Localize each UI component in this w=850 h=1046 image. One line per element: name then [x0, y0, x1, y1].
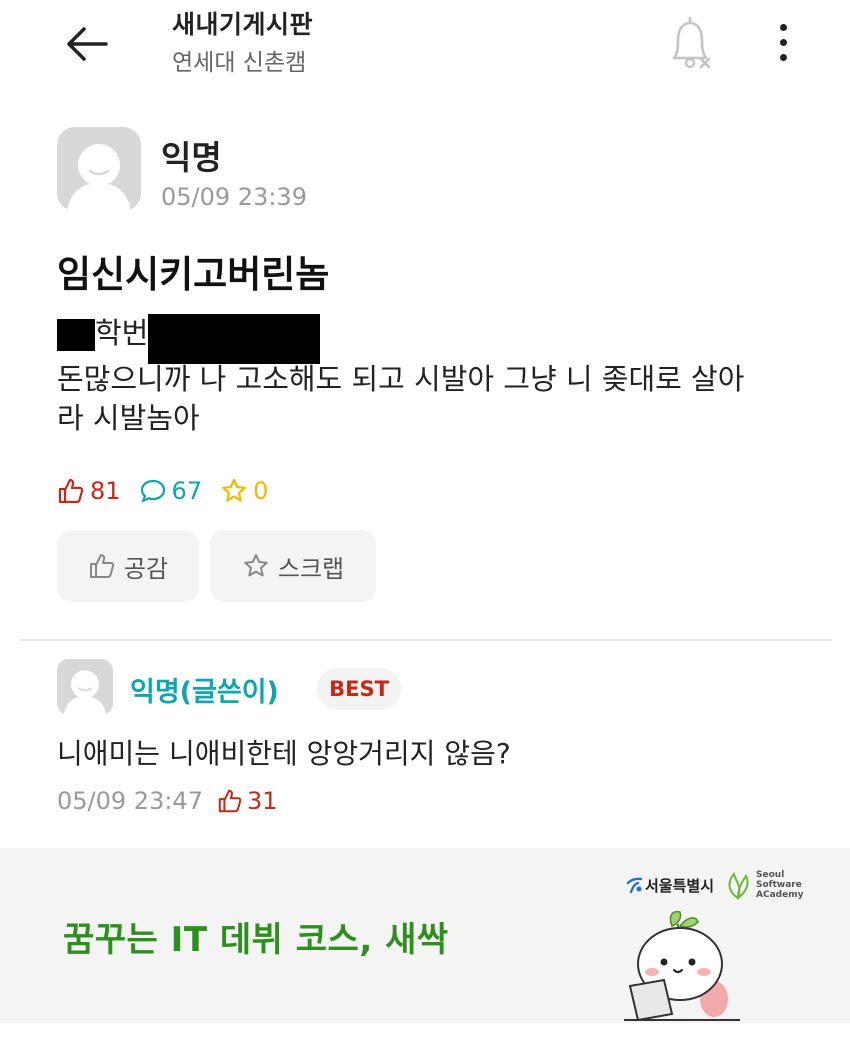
thumbs-up-icon	[58, 478, 84, 504]
back-button[interactable]	[58, 22, 114, 66]
star-icon	[222, 478, 246, 502]
post-body-line-3: 라 시발놈아	[57, 401, 200, 435]
default-profile-icon	[57, 659, 113, 715]
board-title: 새내기게시판	[172, 10, 314, 39]
header-titles: 새내기게시판 연세대 신촌캠	[172, 8, 313, 80]
star-icon	[244, 554, 268, 577]
best-badge: BEST	[317, 668, 401, 710]
comment-count: 67	[139, 477, 202, 505]
more-options-button[interactable]	[768, 18, 798, 66]
notification-toggle-button[interactable]	[664, 14, 716, 70]
ad-banner[interactable]: 꿈꾸는 IT 데뷔 코스, 새싹 서울특별시 Seoul Software AC…	[0, 848, 850, 1023]
comment-author-name: 익명(글쓴이)	[130, 677, 279, 708]
default-profile-icon	[57, 127, 141, 211]
like-count: 81	[57, 477, 121, 505]
redaction-block	[57, 319, 95, 351]
like-button-label: 공감	[123, 554, 169, 583]
body-word-hakbeon: 학번	[95, 316, 149, 350]
comment-author-avatar	[57, 659, 113, 715]
sprout-mascot-illustration	[624, 910, 740, 1022]
redaction-block	[148, 314, 321, 364]
scrap-count: 0	[220, 477, 268, 505]
comment-meta: 05/09 23:47 31	[57, 787, 278, 815]
seoul-city-logo: 서울특별시	[625, 875, 714, 896]
post-stats: 81 67 0	[57, 477, 286, 505]
more-vertical-icon	[779, 23, 787, 31]
leaf-icon	[728, 871, 749, 900]
comment-like-count: 31	[217, 787, 278, 815]
comment-timestamp: 05/09 23:47	[57, 787, 203, 815]
thumbs-up-icon	[89, 554, 115, 578]
arrow-left-icon	[67, 27, 108, 61]
post-timestamp: 05/09 23:39	[161, 183, 307, 211]
post-title: 임신시키고버린놈	[57, 253, 330, 296]
seoul-symbol-icon	[626, 877, 643, 894]
scrap-button-label: 스크랩	[277, 554, 345, 583]
author-avatar	[57, 127, 141, 211]
seoul-software-academy-logo: Seoul Software ACademy	[724, 870, 803, 900]
ad-logos: 서울특별시 Seoul Software ACademy	[625, 870, 803, 900]
thumbs-up-icon	[218, 789, 242, 813]
post-body: 학번 돈많으니까 나 고소해도 되고 시발아 그냥 니 좆대로 살아 라 시발놈…	[57, 310, 827, 438]
speech-bubble-icon	[140, 479, 165, 503]
comment-text: 니애미는 니애비한테 앙앙거리지 않음?	[57, 737, 511, 770]
ad-headline: 꿈꾸는 IT 데뷔 코스, 새싹	[63, 920, 449, 960]
bell-off-icon	[672, 16, 711, 69]
app-header: 새내기게시판 연세대 신촌캠	[0, 0, 850, 110]
school-name: 연세대 신촌캠	[172, 50, 307, 76]
like-button[interactable]: 공감	[57, 530, 199, 602]
post-author-name: 익명	[161, 138, 222, 177]
post-body-line-1: 학번	[57, 310, 827, 364]
scrap-button[interactable]: 스크랩	[210, 530, 376, 602]
section-divider	[20, 639, 832, 641]
post-body-line-2: 돈많으니까 나 고소해도 되고 시발아 그냥 니 좆대로 살아	[57, 362, 745, 396]
